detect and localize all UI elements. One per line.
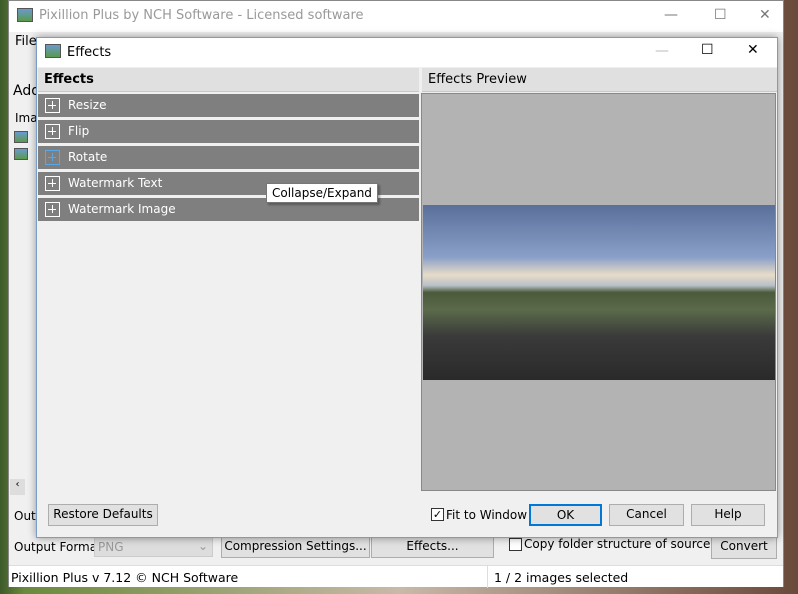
output-format-select[interactable]: PNG ⌄	[94, 537, 213, 557]
output-format-label: Output Format:	[14, 540, 106, 554]
expand-icon[interactable]	[45, 150, 60, 165]
status-selection: 1 / 2 images selected	[494, 570, 629, 585]
restore-defaults-button[interactable]: Restore Defaults	[48, 504, 158, 526]
preview-area	[421, 93, 776, 491]
status-divider	[487, 566, 488, 588]
image-file-icon[interactable]	[14, 148, 28, 160]
app-icon	[17, 8, 33, 22]
main-title: Pixillion Plus by NCH Software - License…	[39, 8, 364, 23]
status-version: Pixillion Plus v 7.12 © NCH Software	[11, 570, 239, 585]
copy-folder-label: Copy folder structure of source files	[524, 537, 739, 551]
copy-folder-checkbox[interactable]	[509, 538, 522, 551]
fit-to-window-label: Fit to Window	[446, 508, 528, 522]
main-title-bar: Pixillion Plus by NCH Software - License…	[9, 1, 783, 32]
dialog-title-bar: Effects — ☐ ✕	[37, 38, 777, 67]
ok-button[interactable]: OK	[529, 504, 602, 526]
close-button[interactable]: ✕	[759, 7, 771, 23]
effects-button[interactable]: Effects...	[371, 536, 494, 558]
effect-label: Resize	[68, 98, 107, 112]
expand-icon[interactable]	[45, 176, 60, 191]
minimize-button[interactable]: —	[655, 43, 669, 59]
expand-icon[interactable]	[45, 98, 60, 113]
effect-label: Watermark Image	[68, 202, 176, 216]
status-bar: Pixillion Plus v 7.12 © NCH Software 1 /…	[9, 565, 783, 588]
maximize-button[interactable]: ☐	[714, 7, 727, 23]
scroll-left-button[interactable]: ‹	[10, 479, 25, 495]
help-button[interactable]: Help	[691, 504, 765, 526]
close-button[interactable]: ✕	[747, 42, 759, 58]
preview-header: Effects Preview	[422, 68, 777, 92]
expand-icon[interactable]	[45, 124, 60, 139]
output-format-value: PNG	[98, 540, 124, 554]
dialog-title: Effects	[67, 45, 112, 60]
image-file-icon[interactable]	[14, 131, 28, 143]
maximize-button[interactable]: ☐	[701, 42, 714, 58]
effect-label: Flip	[68, 124, 90, 138]
compression-settings-button[interactable]: Compression Settings...	[221, 536, 370, 558]
effect-resize[interactable]: Resize	[38, 94, 419, 117]
effect-flip[interactable]: Flip	[38, 120, 419, 143]
menu-file[interactable]: File	[15, 34, 37, 49]
effect-label: Rotate	[68, 150, 108, 164]
expand-icon[interactable]	[45, 202, 60, 217]
chevron-down-icon: ⌄	[197, 539, 208, 553]
effects-header: Effects	[38, 68, 419, 92]
effect-rotate[interactable]: Rotate	[38, 146, 419, 169]
preview-image	[423, 205, 775, 380]
tooltip: Collapse/Expand	[266, 183, 378, 203]
effects-dialog: Effects — ☐ ✕ Effects Effects Preview Re…	[36, 37, 778, 538]
cancel-button[interactable]: Cancel	[609, 504, 684, 526]
effect-label: Watermark Text	[68, 176, 163, 190]
minimize-button[interactable]: —	[664, 7, 678, 23]
app-icon	[45, 44, 61, 58]
fit-to-window-checkbox[interactable]: ✓	[431, 508, 444, 521]
